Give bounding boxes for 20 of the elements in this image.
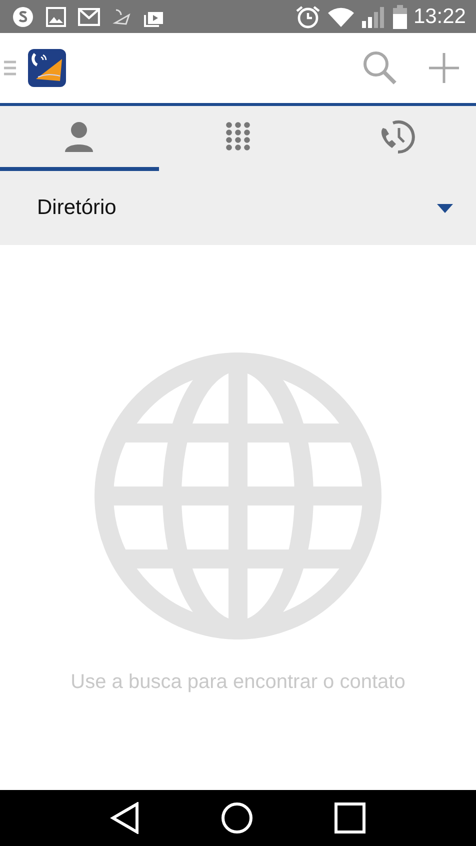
person-icon bbox=[63, 120, 96, 152]
app-icon bbox=[112, 6, 132, 26]
call-history-icon bbox=[378, 120, 415, 154]
home-icon[interactable] bbox=[220, 802, 253, 834]
clock-time: 13:22 bbox=[413, 4, 466, 28]
wifi-icon bbox=[327, 6, 356, 28]
recents-icon[interactable] bbox=[334, 802, 366, 834]
alarm-icon bbox=[295, 4, 322, 28]
image-icon bbox=[46, 6, 66, 26]
dropdown-caret-icon bbox=[437, 204, 453, 212]
skype-icon bbox=[12, 6, 34, 28]
app-logo-icon bbox=[28, 49, 66, 87]
battery-icon bbox=[393, 4, 408, 28]
search-icon[interactable] bbox=[362, 50, 398, 86]
globe-icon bbox=[93, 351, 383, 641]
back-icon[interactable] bbox=[110, 802, 140, 834]
directory-dropdown[interactable]: Diretório bbox=[0, 171, 476, 245]
dialpad-icon bbox=[226, 122, 250, 152]
mail-icon bbox=[78, 8, 100, 26]
add-icon[interactable] bbox=[428, 52, 460, 84]
